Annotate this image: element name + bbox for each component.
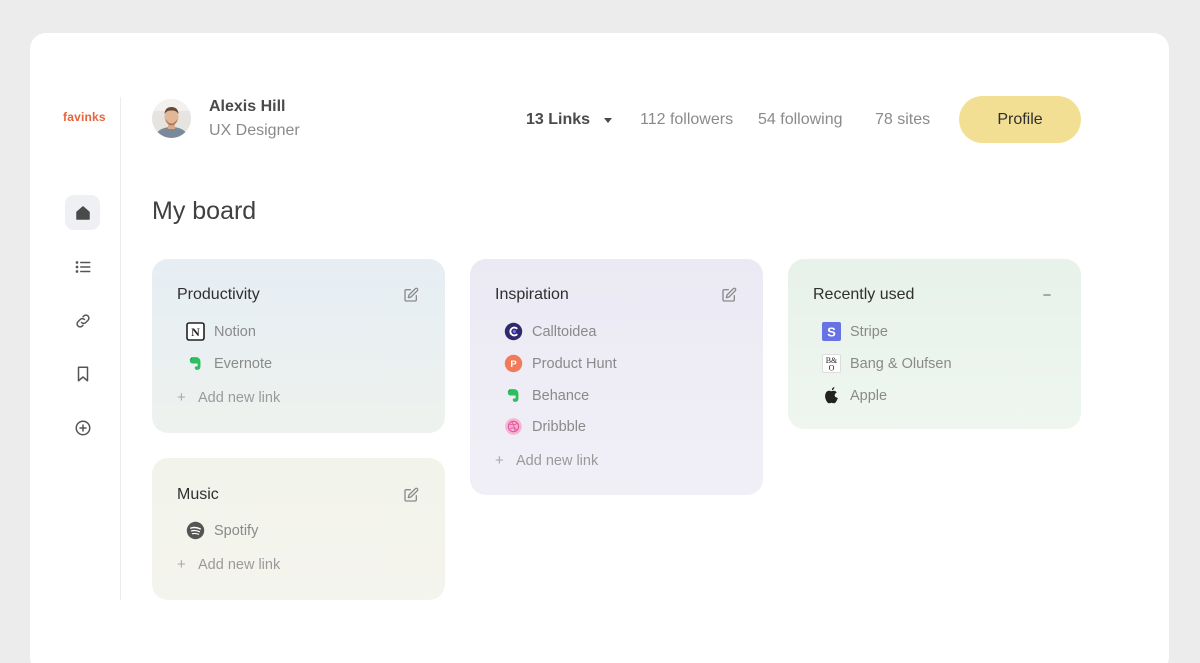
user-name: Alexis Hill bbox=[209, 98, 286, 115]
board-title: Inspiration bbox=[495, 286, 569, 303]
link-label: Bang & Olufsen bbox=[850, 355, 952, 372]
edit-icon[interactable] bbox=[402, 286, 420, 304]
link-label: Dribbble bbox=[532, 418, 586, 435]
link-label: Product Hunt bbox=[532, 355, 617, 372]
link-item[interactable]: P Product Hunt bbox=[504, 354, 617, 373]
home-icon bbox=[75, 205, 90, 220]
link-label: Behance bbox=[532, 387, 590, 404]
board-card-inspiration[interactable]: Inspiration Calltoidea P Product Hunt Be… bbox=[470, 259, 763, 495]
plus-icon: + bbox=[177, 389, 186, 406]
link-item[interactable]: Evernote bbox=[186, 354, 272, 373]
link-icon bbox=[75, 313, 90, 328]
avatar[interactable] bbox=[152, 99, 191, 138]
link-label: Calltoidea bbox=[532, 323, 597, 340]
add-circle-icon bbox=[75, 420, 90, 435]
evernote-icon bbox=[186, 354, 205, 373]
svg-text:P: P bbox=[510, 359, 517, 370]
plus-icon: + bbox=[495, 452, 504, 469]
followers-count[interactable]: 112 followers bbox=[640, 111, 733, 129]
board-title: Music bbox=[177, 486, 219, 503]
sidebar-item-links[interactable] bbox=[65, 303, 100, 338]
sidebar-item-bookmarks[interactable] bbox=[65, 356, 100, 391]
apple-icon bbox=[822, 386, 841, 405]
edit-icon[interactable] bbox=[720, 286, 738, 304]
product-hunt-icon: P bbox=[504, 354, 523, 373]
add-link-label: Add new link bbox=[516, 452, 599, 469]
bang-olufsen-icon: B& O bbox=[822, 354, 841, 373]
link-item[interactable]: S Stripe bbox=[822, 322, 888, 341]
sidebar-item-home[interactable] bbox=[65, 195, 100, 230]
links-count: 13 Links bbox=[526, 111, 591, 128]
notion-icon: N bbox=[186, 322, 205, 341]
behance-icon bbox=[504, 386, 523, 405]
user-role: UX Designer bbox=[209, 122, 300, 139]
add-link-label: Add new link bbox=[198, 556, 281, 573]
dribbble-icon bbox=[504, 417, 523, 436]
sidebar-item-add[interactable] bbox=[65, 410, 100, 445]
svg-text:O: O bbox=[829, 364, 835, 373]
chevron-down-icon bbox=[604, 117, 613, 123]
add-link-button[interactable]: + Add new link bbox=[495, 452, 598, 469]
link-item[interactable]: Calltoidea bbox=[504, 322, 597, 341]
link-label: Spotify bbox=[214, 522, 259, 539]
board-title: Recently used bbox=[813, 286, 915, 303]
svg-text:S: S bbox=[827, 325, 836, 340]
spotify-icon bbox=[186, 521, 205, 540]
link-item[interactable]: Spotify bbox=[186, 521, 258, 540]
sidebar-item-list[interactable] bbox=[65, 249, 100, 284]
collapse-icon[interactable]: − bbox=[1038, 286, 1056, 304]
sidebar-divider bbox=[120, 97, 121, 600]
link-item[interactable]: Behance bbox=[504, 386, 589, 405]
link-item[interactable]: N Notion bbox=[186, 322, 256, 341]
link-item[interactable]: Apple bbox=[822, 386, 887, 405]
app-logo[interactable]: favinks bbox=[63, 110, 106, 124]
board-card-recently-used[interactable]: Recently used − S Stripe B& O Bang & Oluf… bbox=[788, 259, 1081, 429]
link-item[interactable]: B& O Bang & Olufsen bbox=[822, 354, 952, 373]
bookmark-icon bbox=[77, 366, 88, 381]
page-title: My board bbox=[152, 197, 257, 225]
stripe-icon: S bbox=[822, 322, 841, 341]
board-card-music[interactable]: Music Spotify + Add new link bbox=[152, 458, 445, 600]
calltoidea-icon bbox=[504, 322, 523, 341]
link-label: Notion bbox=[214, 323, 256, 340]
svg-text:N: N bbox=[191, 325, 200, 339]
link-label: Apple bbox=[850, 387, 888, 404]
plus-icon: + bbox=[177, 556, 186, 573]
link-label: Stripe bbox=[850, 323, 888, 340]
board-title: Productivity bbox=[177, 286, 260, 303]
links-dropdown[interactable]: 13 Links bbox=[526, 111, 613, 129]
board-card-productivity[interactable]: Productivity N Notion Evernote + Add new… bbox=[152, 259, 445, 433]
profile-button[interactable]: Profile bbox=[959, 96, 1081, 143]
add-link-label: Add new link bbox=[198, 389, 281, 406]
add-link-button[interactable]: + Add new link bbox=[177, 556, 280, 573]
following-count[interactable]: 54 following bbox=[758, 111, 843, 129]
edit-icon[interactable] bbox=[402, 486, 420, 504]
link-item[interactable]: Dribbble bbox=[504, 417, 586, 436]
sites-count[interactable]: 78 sites bbox=[875, 111, 930, 129]
list-icon bbox=[75, 260, 90, 273]
add-link-button[interactable]: + Add new link bbox=[177, 389, 280, 406]
link-label: Evernote bbox=[214, 355, 273, 372]
